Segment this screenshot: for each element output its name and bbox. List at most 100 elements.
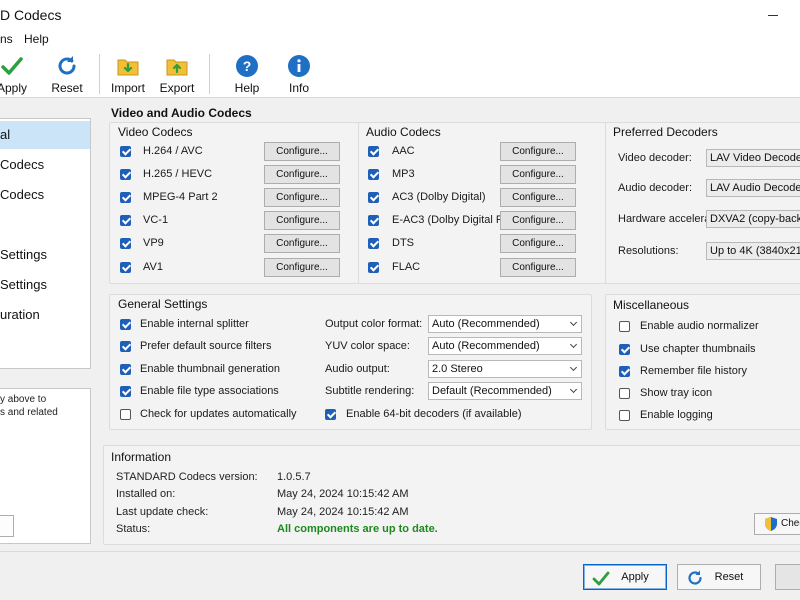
general-setting-label: Check for updates automatically (140, 408, 297, 420)
miscellaneous-title: Miscellaneous (613, 298, 690, 312)
sidebar-item-general[interactable]: al (0, 121, 90, 149)
video-codec-checkbox[interactable] (120, 146, 131, 157)
shield-icon (765, 517, 777, 531)
general-setting-checkbox[interactable] (120, 386, 131, 397)
preferred-decoders-group: Preferred Decoders Video decoder: LAV Vi… (605, 122, 800, 284)
audio-codec-checkbox[interactable] (368, 262, 379, 273)
audio-codec-checkbox[interactable] (368, 215, 379, 226)
toolbar-export-button[interactable]: Export (151, 54, 203, 96)
audio-codec-checkbox[interactable] (368, 238, 379, 249)
general-setting-checkbox[interactable] (120, 409, 131, 420)
audio-codec-checkbox[interactable] (368, 192, 379, 203)
general-setting-checkbox[interactable] (120, 364, 131, 375)
information-title: Information (111, 450, 172, 464)
reset-button[interactable]: Reset (677, 564, 761, 590)
yuv-color-space-select[interactable]: Auto (Recommended) (428, 337, 582, 355)
info-value: 1.0.5.7 (277, 471, 311, 483)
misc-setting-label: Show tray icon (640, 387, 713, 399)
toolbar-apply-button[interactable]: Apply (0, 54, 38, 96)
sidebar-nav: al Codecs Codecs Settings Settings urati… (0, 118, 91, 369)
sidebar-item-settings-b[interactable]: Settings (0, 271, 90, 299)
configure-button[interactable]: Configure... (264, 142, 340, 161)
video-decoder-select[interactable]: LAV Video Decoder (706, 149, 800, 167)
misc-setting-checkbox[interactable] (619, 410, 630, 421)
toolbar-apply-label: Apply (0, 81, 28, 95)
video-codec-checkbox[interactable] (120, 192, 131, 203)
audio-codec-checkbox[interactable] (368, 146, 379, 157)
misc-setting-checkbox[interactable] (619, 388, 630, 399)
check-updates-label: Chec (781, 518, 800, 529)
help-icon: ? (236, 55, 258, 77)
reset-label: Reset (714, 571, 744, 583)
apply-button[interactable]: Apply (583, 564, 667, 590)
configure-button[interactable]: Configure... (264, 165, 340, 184)
sidebar-item-settings-a[interactable]: Settings (0, 241, 90, 269)
configure-button[interactable]: Configure... (500, 211, 576, 230)
configure-button[interactable]: Configure... (264, 211, 340, 230)
video-decoder-label: Video decoder: (618, 152, 692, 164)
sidebar-item-video-codecs[interactable]: Codecs (0, 151, 90, 179)
apply-label: Apply (621, 571, 649, 583)
misc-setting-checkbox[interactable] (619, 366, 630, 377)
audio-codec-label: DTS (392, 237, 414, 249)
menu-item-options[interactable]: ns (0, 32, 13, 46)
configure-button[interactable]: Configure... (500, 142, 576, 161)
toolbar-reset-button[interactable]: Reset (41, 54, 93, 96)
configure-button[interactable]: Configure... (264, 234, 340, 253)
general-setting-checkbox[interactable] (120, 341, 131, 352)
audio-codec-label: FLAC (392, 261, 421, 273)
toolbar-import-button[interactable]: Import (102, 54, 154, 96)
misc-setting-label: Use chapter thumbnails (640, 343, 756, 355)
output-color-format-select[interactable]: Auto (Recommended) (428, 315, 582, 333)
configure-button[interactable]: Configure... (500, 188, 576, 207)
audio-decoder-label: Audio decoder: (618, 182, 692, 194)
chevron-down-icon (569, 385, 578, 394)
audio-decoder-select[interactable]: LAV Audio Decoder (706, 179, 800, 197)
configure-button[interactable]: Configure... (500, 234, 576, 253)
misc-setting-checkbox[interactable] (619, 321, 630, 332)
window-title: D Codecs (0, 7, 62, 23)
audio-codec-label: AC3 (Dolby Digital) (392, 191, 486, 203)
configure-button[interactable]: Configure... (264, 258, 340, 277)
menu-item-help[interactable]: Help (24, 32, 49, 46)
audio-output-label: Audio output: (325, 363, 390, 375)
subtitle-rendering-select[interactable]: Default (Recommended) (428, 382, 582, 400)
video-codec-label: VC-1 (143, 214, 169, 226)
sidebar-item-configuration[interactable]: uration (0, 301, 90, 329)
yuv-color-space-value: Auto (Recommended) (432, 340, 540, 352)
audio-codec-label: MP3 (392, 168, 415, 180)
general-setting-checkbox[interactable] (120, 319, 131, 330)
status-value: All components are up to date. (277, 523, 438, 535)
configure-button[interactable]: Configure... (500, 165, 576, 184)
video-codec-checkbox[interactable] (120, 215, 131, 226)
misc-setting-label: Enable audio normalizer (640, 320, 759, 332)
misc-setting-checkbox[interactable] (619, 344, 630, 355)
sidebar-hint-line: y above to (0, 394, 47, 405)
hardware-acceleration-select[interactable]: DXVA2 (copy-back) (706, 210, 800, 228)
minimize-button[interactable] (758, 3, 788, 27)
audio-codec-checkbox[interactable] (368, 169, 379, 180)
sidebar-button[interactable] (0, 515, 14, 537)
sidebar-item-blank[interactable] (0, 211, 90, 239)
chevron-down-icon (569, 340, 578, 349)
check-updates-button[interactable]: Chec (754, 513, 800, 535)
subtitle-rendering-value: Default (Recommended) (432, 385, 552, 397)
yuv-color-space-label: YUV color space: (325, 340, 410, 352)
information-group: Information STANDARD Codecs version: 1.0… (103, 445, 800, 545)
toolbar-info-button[interactable]: Info (273, 54, 325, 96)
toolbar-help-button[interactable]: ? Help (221, 54, 273, 96)
bit64-decoders-checkbox[interactable] (325, 409, 336, 420)
resolutions-select[interactable]: Up to 4K (3840x2160) (706, 242, 800, 260)
video-codec-checkbox[interactable] (120, 169, 131, 180)
close-button[interactable] (775, 564, 800, 590)
output-color-format-value: Auto (Recommended) (432, 318, 540, 330)
general-setting-label: Enable file type associations (140, 385, 279, 397)
video-codec-checkbox[interactable] (120, 238, 131, 249)
configure-button[interactable]: Configure... (264, 188, 340, 207)
general-setting-label: Enable thumbnail generation (140, 363, 281, 375)
video-codec-checkbox[interactable] (120, 262, 131, 273)
sidebar-item-audio-codecs[interactable]: Codecs (0, 181, 90, 209)
audio-output-select[interactable]: 2.0 Stereo (428, 360, 582, 378)
configure-button[interactable]: Configure... (500, 258, 576, 277)
bottom-bar: Apply Reset (0, 551, 800, 600)
